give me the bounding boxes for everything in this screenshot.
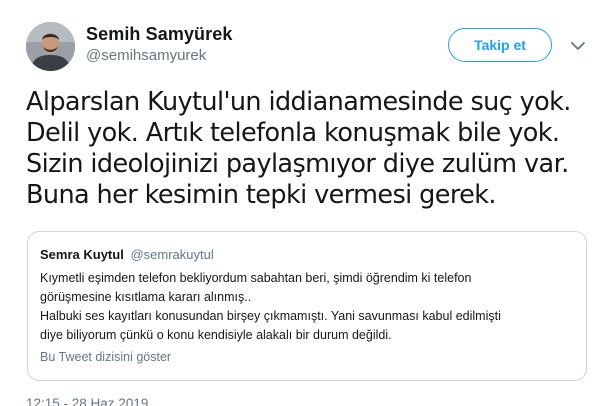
quoted-text-line: Halbuki ses kayıtları konusundan birşey … [40,309,501,323]
quoted-tweet-text: Kıymetli eşimden telefon bekliyordum sab… [40,269,570,345]
avatar-photo [26,22,75,71]
quoted-author-name: Semra Kuytul [40,247,124,262]
quoted-text-line: görüşmesine kısıtlama kararı alınmış.. [40,290,252,304]
quoted-text-line: Kıymetli eşimden telefon bekliyordum sab… [40,271,472,285]
avatar[interactable] [26,22,75,71]
tweet-text-line: Delil yok. Artık telefonla konuşmak bile… [26,118,560,148]
tweet-card: Semih Samyürek @semihsamyurek Takip et A… [0,0,616,406]
quoted-text-line: diye biliyorum çünkü o konu kendisiyle a… [40,328,392,342]
author-handle[interactable]: @semihsamyurek [86,47,206,64]
show-thread-link[interactable]: Bu Tweet dizisini göster [40,350,171,364]
chevron-down-icon[interactable] [568,36,588,56]
tweet-text-line: Alparslan Kuytul'un iddianamesinde suç y… [26,87,571,117]
tweet-text-line: Sizin ideolojinizi paylaşmıyor diye zulü… [26,149,569,179]
quoted-author-handle: @semrakuytul [130,247,214,262]
tweet-text-line: Buna her kesimin tepki vermesi gerek. [26,180,497,210]
tweet-timestamp[interactable]: 12:15 - 28 Haz 2019 [26,396,148,406]
quoted-tweet[interactable]: Semra Kuytul @semrakuytul Kıymetli eşimd… [27,231,587,381]
author-name[interactable]: Semih Samyürek [86,24,232,45]
follow-button[interactable]: Takip et [448,28,552,62]
tweet-text: Alparslan Kuytul'un iddianamesinde suç y… [26,87,606,211]
quoted-tweet-header: Semra Kuytul @semrakuytul [40,247,214,262]
